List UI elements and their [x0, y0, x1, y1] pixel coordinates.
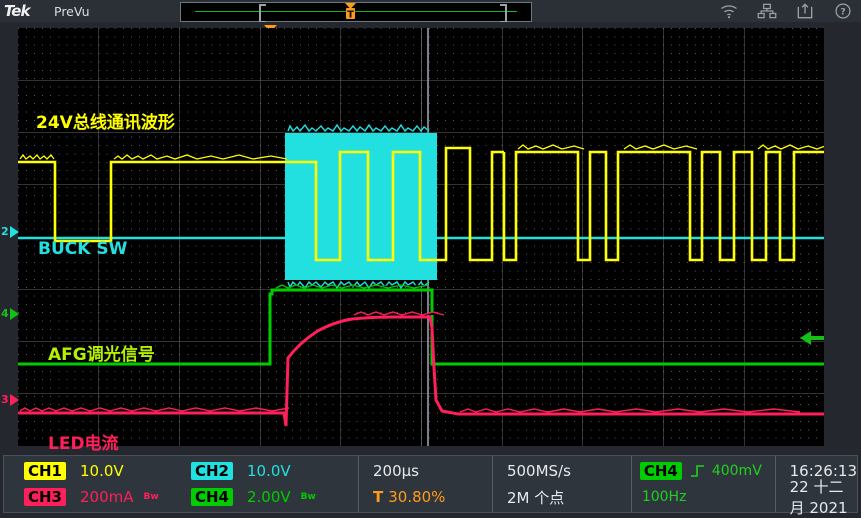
channel-marker-ch2-number: 2	[1, 225, 9, 238]
ch3-chip[interactable]: CH3	[24, 488, 66, 506]
ch4-chip[interactable]: CH4	[191, 488, 233, 506]
channel-setting-ch2[interactable]: CH2 10.0V	[191, 462, 358, 480]
ch3-bandwidth-limit-icon: Bw	[144, 492, 159, 502]
trigger-section[interactable]: CH4 400mV 100Hz	[632, 456, 776, 512]
channel-marker-ch4-number: 4	[1, 307, 9, 320]
channel-marker-ch3-number: 3	[1, 393, 9, 406]
timebase-value: 200µs	[373, 462, 419, 480]
svg-text:?: ?	[840, 7, 845, 18]
graticule[interactable]	[18, 28, 824, 446]
trigger-frequency-value: 100Hz	[642, 489, 687, 505]
ch1-chip[interactable]: CH1	[24, 462, 66, 480]
waveform-label-ch4: AFG调光信号	[48, 340, 155, 365]
channel-row-top: CH1 10.0V CH2 10.0V	[24, 458, 358, 484]
waveform-label-ch2: BUCK SW	[38, 239, 127, 259]
trace-ch4-noise	[276, 285, 428, 288]
timebase-section[interactable]: 200µs T 30.80%	[359, 456, 493, 512]
ch1-scale-value: 10.0V	[80, 462, 124, 480]
ch2-scale-value: 10.0V	[247, 462, 291, 480]
trigger-position-value: 30.80%	[388, 488, 445, 506]
waveform-label-ch3: LED电流	[48, 429, 119, 454]
channel-setting-ch3[interactable]: CH3 200mA Bw	[24, 488, 191, 506]
top-bar: Tek PreVu T	[0, 0, 861, 22]
rising-edge-icon	[689, 463, 707, 479]
overview-zoom-bracket-right[interactable]	[500, 4, 507, 23]
channel-marker-ch2-arrow-icon	[10, 226, 19, 238]
trigger-source-chip[interactable]: CH4	[640, 462, 682, 480]
clock-date: 22 十二月 2021	[790, 476, 857, 518]
waveform-label-ch1: 24V总线通讯波形	[36, 108, 175, 133]
svg-text:T: T	[347, 10, 354, 21]
record-length-value: 2M 个点	[507, 487, 564, 508]
acquisition-section[interactable]: 500MS/s 2M 个点	[493, 456, 632, 512]
trigger-position-icon: T	[373, 488, 383, 506]
trace-ch1-bus-comm	[18, 148, 824, 260]
sample-rate-value: 500MS/s	[507, 462, 571, 480]
trigger-level-arrow-icon	[800, 331, 824, 345]
channel-settings-section: CH1 10.0V CH2 10.0V CH3 200mA Bw	[4, 456, 359, 512]
bottom-status-bar: CH1 10.0V CH2 10.0V CH3 200mA Bw	[0, 452, 861, 518]
oscilloscope-screen: Tek PreVu T	[0, 0, 861, 518]
channel-marker-ch4-arrow-icon	[10, 308, 19, 320]
clock-section: 16:26:13 22 十二月 2021	[776, 456, 857, 512]
overview-trigger-marker-icon[interactable]: T	[343, 3, 358, 21]
trace-ch2-switching-burst	[286, 133, 436, 280]
channel-marker-ch2[interactable]: 2	[1, 225, 19, 238]
tek-logo: Tek	[4, 2, 50, 20]
waveform-screen: T	[0, 22, 861, 452]
channel-marker-ch3-arrow-icon	[10, 394, 19, 406]
channel-setting-ch1[interactable]: CH1 10.0V	[24, 462, 191, 480]
save-usb-icon[interactable]	[795, 2, 815, 20]
help-icon[interactable]: ?	[833, 2, 853, 20]
waveform-traces	[18, 28, 824, 446]
ch2-chip[interactable]: CH2	[191, 462, 233, 480]
ch4-bandwidth-limit-icon: Bw	[301, 492, 316, 502]
acquisition-mode-label: PreVu	[54, 4, 90, 19]
waveform-overview[interactable]: T	[180, 2, 532, 22]
trigger-level-value: 400mV	[712, 463, 762, 479]
channel-marker-ch4[interactable]: 4	[1, 307, 19, 320]
overview-zoom-bracket-left[interactable]	[259, 4, 266, 23]
top-bar-icons: ?	[719, 0, 853, 22]
channel-setting-ch4[interactable]: CH4 2.00V Bw	[191, 488, 358, 506]
ch4-scale-value: 2.00V	[247, 488, 291, 506]
network-icon[interactable]	[757, 2, 777, 20]
channel-marker-ch3[interactable]: 3	[1, 393, 19, 406]
wifi-icon[interactable]	[719, 2, 739, 20]
channel-row-bottom: CH3 200mA Bw CH4 2.00V Bw	[24, 484, 358, 510]
ch3-scale-value: 200mA	[80, 488, 134, 506]
